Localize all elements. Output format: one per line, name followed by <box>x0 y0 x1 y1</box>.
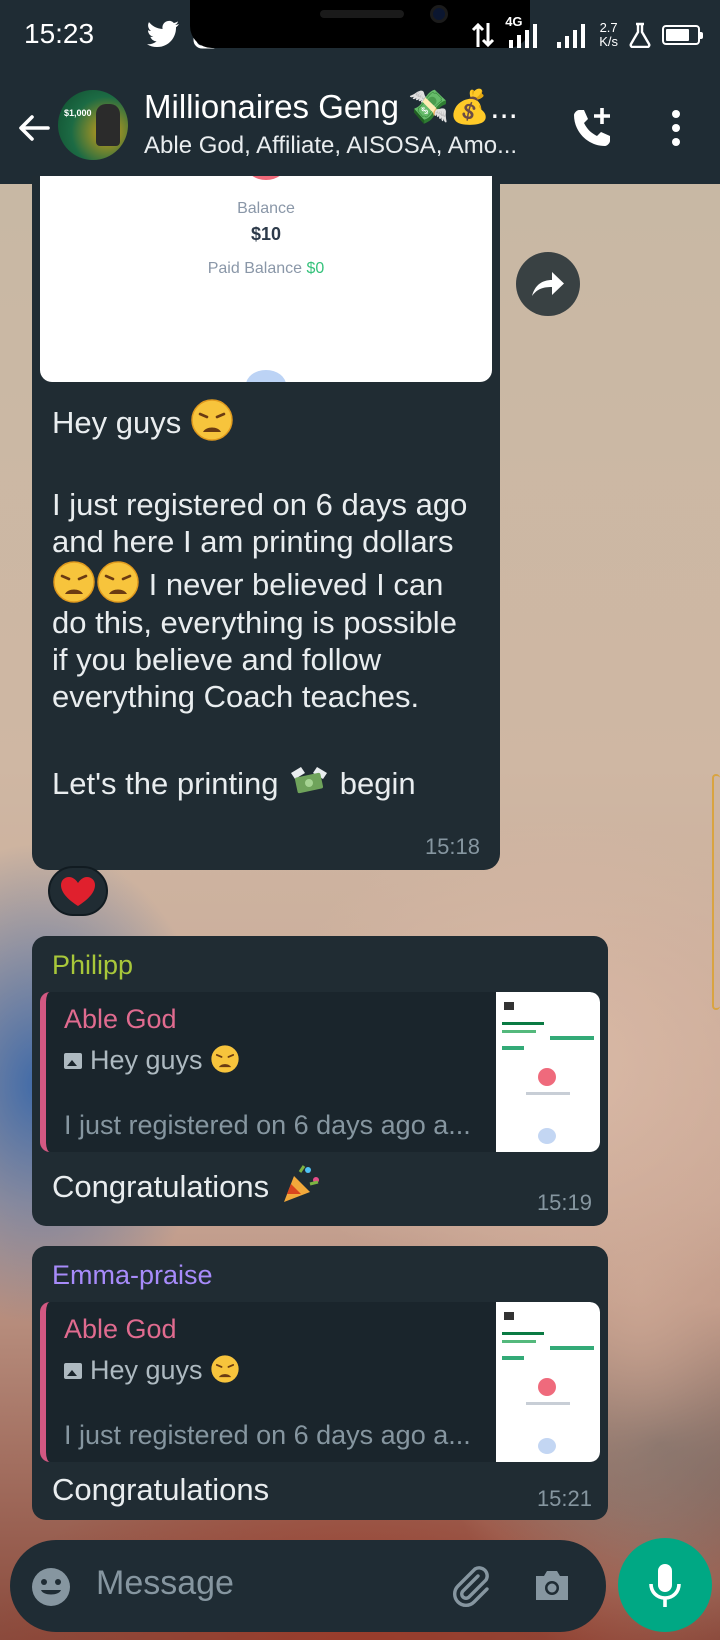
quoted-text: Hey guys <box>90 1045 203 1075</box>
message-timestamp: 15:21 <box>536 1486 592 1511</box>
weary-face-emoji-icon <box>53 561 95 603</box>
add-call-icon[interactable] <box>568 104 616 152</box>
data-arrows-icon <box>472 22 495 48</box>
paid-balance: Paid Balance $0 <box>207 260 325 277</box>
quoted-text-preview: I just registered on 6 days ago a... <box>64 1110 471 1140</box>
twitter-icon <box>147 20 179 48</box>
group-avatar[interactable]: $1,000 <box>58 90 128 160</box>
quoted-text: Hey guys <box>90 1355 203 1385</box>
message-timestamp: 15:18 <box>424 834 480 859</box>
chat-header: $1,000 Millionaires Geng 💸💰... Able God,… <box>0 72 720 184</box>
weary-face-emoji-icon <box>191 399 233 441</box>
image-icon <box>64 1363 82 1379</box>
quoted-image-thumbnail <box>496 1302 600 1462</box>
message-bubble-reply[interactable]: Philipp Able God Hey guys I just registe… <box>32 936 608 1226</box>
status-bar: 15:23 4G 2.7 K/s <box>0 0 720 72</box>
image-blue-circle <box>246 370 286 382</box>
emoji-icon[interactable] <box>30 1566 72 1608</box>
weary-face-emoji-icon <box>211 1355 239 1383</box>
lab-icon <box>629 22 651 48</box>
quoted-message[interactable]: Able God Hey guys I just registered on 6… <box>40 992 600 1152</box>
message-timestamp: 15:19 <box>536 1190 592 1215</box>
signal-icon <box>557 24 586 48</box>
message-bubble-incoming[interactable]: Balance $10 Paid Balance $0 Hey guys I j… <box>32 176 500 870</box>
battery-icon <box>662 25 703 45</box>
quoted-image-thumbnail <box>496 992 600 1152</box>
balance-screenshot-image[interactable]: Balance $10 Paid Balance $0 <box>40 176 492 382</box>
back-arrow-icon[interactable] <box>14 108 54 148</box>
chat-participants[interactable]: Able God, Affiliate, AISOSA, Amo... <box>144 132 517 160</box>
forward-button[interactable] <box>516 252 580 316</box>
party-popper-emoji-icon <box>283 1165 319 1202</box>
status-time: 15:23 <box>24 18 95 49</box>
quoted-author: Able God <box>64 1004 177 1034</box>
network-label: 4G <box>505 14 523 29</box>
image-icon <box>64 1053 82 1069</box>
balance-label: Balance <box>237 200 295 217</box>
reaction-badge[interactable] <box>48 866 108 916</box>
avatar-figure <box>96 104 120 146</box>
quoted-message[interactable]: Able God Hey guys I just registered on 6… <box>40 1302 600 1462</box>
money-with-wings-emoji-icon <box>291 767 328 794</box>
weary-face-emoji-icon <box>97 561 139 603</box>
network-speed: 2.7 K/s <box>599 20 618 49</box>
chat-title[interactable]: Millionaires Geng 💸💰... <box>144 88 518 127</box>
weary-face-emoji-icon <box>211 1045 239 1073</box>
more-options-icon[interactable] <box>664 106 688 150</box>
attach-icon[interactable] <box>448 1562 494 1608</box>
avatar-caption: $1,000 <box>64 108 92 118</box>
sender-name[interactable]: Philipp <box>52 950 133 981</box>
sender-name[interactable]: Emma-praise <box>52 1260 213 1291</box>
message-composer[interactable]: Message <box>10 1540 606 1632</box>
image-pink-circle <box>246 176 286 180</box>
message-text: Congratulations <box>52 1169 270 1204</box>
message-text: Congratulations <box>52 1472 270 1507</box>
message-input[interactable]: Message <box>96 1564 234 1603</box>
balance-value: $10 <box>250 224 282 244</box>
red-heart-emoji-icon <box>61 877 95 906</box>
forward-arrow-icon <box>532 272 564 296</box>
microphone-icon <box>649 1564 681 1607</box>
message-text: Hey guys I just registered on 6 days ago… <box>52 398 482 803</box>
quoted-text-preview: I just registered on 6 days ago a... <box>64 1420 471 1450</box>
scroll-indicator[interactable] <box>712 774 720 1010</box>
signal-4g-group: 4G <box>505 14 545 50</box>
quoted-author: Able God <box>64 1314 177 1344</box>
status-right-group: 4G 2.7 K/s <box>471 14 703 52</box>
camera-icon[interactable] <box>530 1564 574 1608</box>
message-bubble-reply[interactable]: Emma-praise Able God Hey guys I just reg… <box>32 1246 608 1520</box>
voice-message-button[interactable] <box>618 1538 712 1632</box>
